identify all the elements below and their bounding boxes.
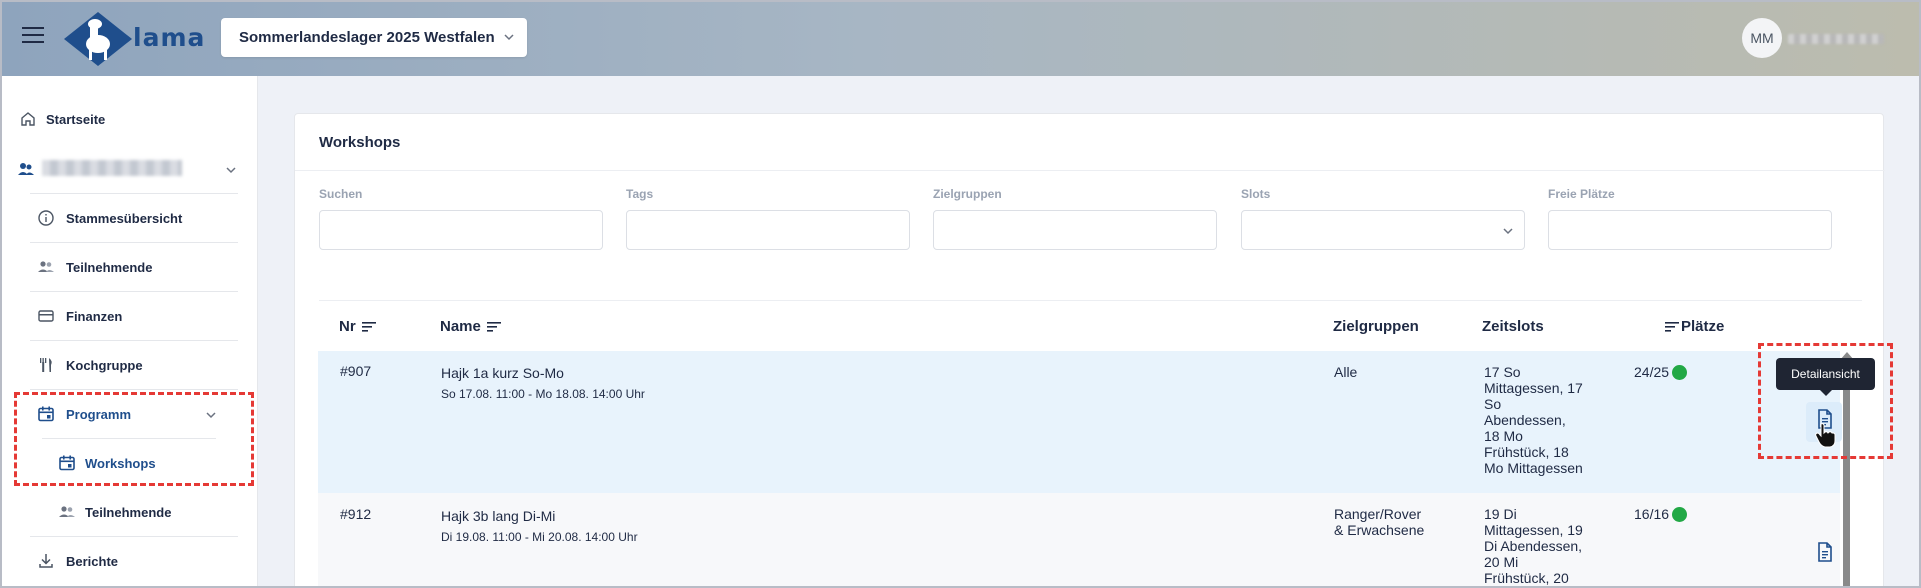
document-icon[interactable] [1815,541,1835,563]
chevron-down-icon [1503,228,1513,235]
logo-text: lama [133,23,206,52]
status-dot-green [1672,365,1688,380]
table-row[interactable]: #912 Hajk 3b lang Di-Mi Di 19.08. 11:00 … [318,493,1840,588]
zeitslot-line: 19 Di [1484,506,1517,522]
sidebar-item-label: Kochgruppe [66,357,143,373]
sidebar-item-label: Stammesübersicht [66,210,183,226]
avatar[interactable]: MM [1742,18,1782,58]
workshop-zeitslots: 17 So Mittagessen, 17 So Abendessen, 18 … [1484,364,1594,476]
sidebar-item-home[interactable]: Startseite [0,99,258,139]
zeitslot-line: 20 Mi [1484,554,1519,570]
divider [30,242,238,243]
search-label: Suchen [319,187,363,201]
chevron-down-icon [226,167,236,174]
workshop-plaetze: 16/16 [1634,506,1688,522]
divider [30,340,238,341]
zeitslot-line: So [1484,396,1502,412]
column-header-nr[interactable]: Nr [339,318,376,335]
cutlery-icon [40,358,52,372]
workshop-zielgruppen: Alle [1334,364,1358,380]
zeitslot-line: Di Abendessen, [1484,538,1583,554]
sidebar-item-finanzen[interactable]: Finanzen [0,296,258,336]
sidebar-item-label: Teilnehmende [66,259,153,275]
sidebar-item-label: Startseite [46,111,106,127]
freie-plaetze-input[interactable] [1548,210,1832,250]
workshop-name[interactable]: Hajk 3b lang Di-Mi [441,508,555,524]
group-icon [18,163,34,175]
zeitslot-line: Abendessen, [1484,412,1566,428]
tags-label: Tags [626,187,654,201]
sidebar-item-stammesuebersicht[interactable]: Stammesübersicht [0,198,258,238]
zeitslot-line: Mittagessen, 17 [1484,380,1583,396]
plaetze-value: 24/25 [1634,364,1670,380]
sidebar-item-kochgruppe[interactable]: Kochgruppe [0,345,258,385]
workshop-dates: So 17.08. 11:00 - Mo 18.08. 14:00 Uhr [441,387,645,401]
freie-plaetze-label: Freie Plätze [1548,187,1615,201]
sort-icon [1665,321,1679,332]
workshop-name[interactable]: Hajk 1a kurz So-Mo [441,365,564,381]
zeitslot-line: Mo Mittagessen [1484,460,1583,476]
page-title: Workshops [319,134,401,151]
workshop-nr: #912 [340,506,372,522]
tags-input[interactable] [626,210,910,250]
home-icon [21,112,35,126]
sidebar-item-label: Berichte [66,553,119,569]
sidebar-item-berichte[interactable]: Berichte [0,541,258,581]
sidebar-item-programm-teilnehmende[interactable]: Teilnehmende [0,492,258,532]
workshop-dates: Di 19.08. 11:00 - Mi 20.08. 14:00 Uhr [441,530,638,544]
people-icon [38,261,54,272]
search-input[interactable] [319,210,603,250]
table-header: Nr Name Zielgruppen Zeitslots Plätze [319,300,1862,352]
zeitslot-line: 17 So [1484,364,1521,380]
column-header-zielgruppen: Zielgruppen [1333,318,1419,335]
top-bar: lama Sommerlandeslager 2025 Westfalen MM [0,0,1921,76]
camp-selector-label: Sommerlandeslager 2025 Westfalen [239,29,495,46]
annotation-highlight-programm [14,392,254,486]
column-header-plaetze[interactable]: Plätze [1665,318,1724,335]
plaetze-value: 16/16 [1634,506,1670,522]
chevron-down-icon [504,34,514,41]
workshop-nr: #907 [340,363,372,379]
divider [30,193,238,194]
annotation-highlight-detail [1758,343,1893,459]
divider [295,170,1885,171]
camp-selector[interactable]: Sommerlandeslager 2025 Westfalen [221,18,527,57]
zeitslot-line: Frühstück, 20 [1484,570,1569,586]
slots-label: Slots [1241,187,1271,201]
zeitslot-line: Frühstück, 18 [1484,444,1569,460]
menu-icon[interactable] [22,27,44,45]
sort-icon [361,321,376,332]
column-header-name[interactable]: Name [440,318,501,335]
download-icon [39,554,53,568]
divider [30,389,238,390]
column-header-zeitslots: Zeitslots [1482,318,1544,335]
stamm-name-redacted [42,160,182,176]
zielgruppen-input[interactable] [933,210,1217,250]
sidebar-item-label: Teilnehmende [85,504,172,520]
column-header-label: Plätze [1681,318,1725,335]
zielgruppen-label: Zielgruppen [933,187,1002,201]
sidebar-item-teilnehmende[interactable]: Teilnehmende [0,247,258,287]
sort-icon [486,321,501,332]
column-header-label: Nr [339,318,356,335]
column-header-label: Name [440,318,481,335]
info-icon [38,210,54,226]
divider [30,291,238,292]
credit-card-icon [38,310,54,322]
column-header-label: Zielgruppen [1333,318,1419,335]
status-dot-green [1672,507,1688,522]
column-header-label: Zeitslots [1482,318,1544,335]
slots-select[interactable] [1241,210,1525,250]
divider [30,536,238,537]
table-row[interactable]: #907 Hajk 1a kurz So-Mo So 17.08. 11:00 … [318,351,1840,493]
workshop-zeitslots: 19 Di Mittagessen, 19 Di Abendessen, 20 … [1484,506,1594,586]
workshop-plaetze: 24/25 [1634,364,1688,380]
people-icon [59,506,75,517]
zeitslot-line: 18 Mo [1484,428,1523,444]
sidebar-item-label: Finanzen [66,308,123,324]
username-redacted [1788,34,1884,44]
workshop-zielgruppen: Ranger/Rover & Erwachsene [1334,506,1425,538]
zeitslot-line: Mittagessen, 19 [1484,522,1583,538]
